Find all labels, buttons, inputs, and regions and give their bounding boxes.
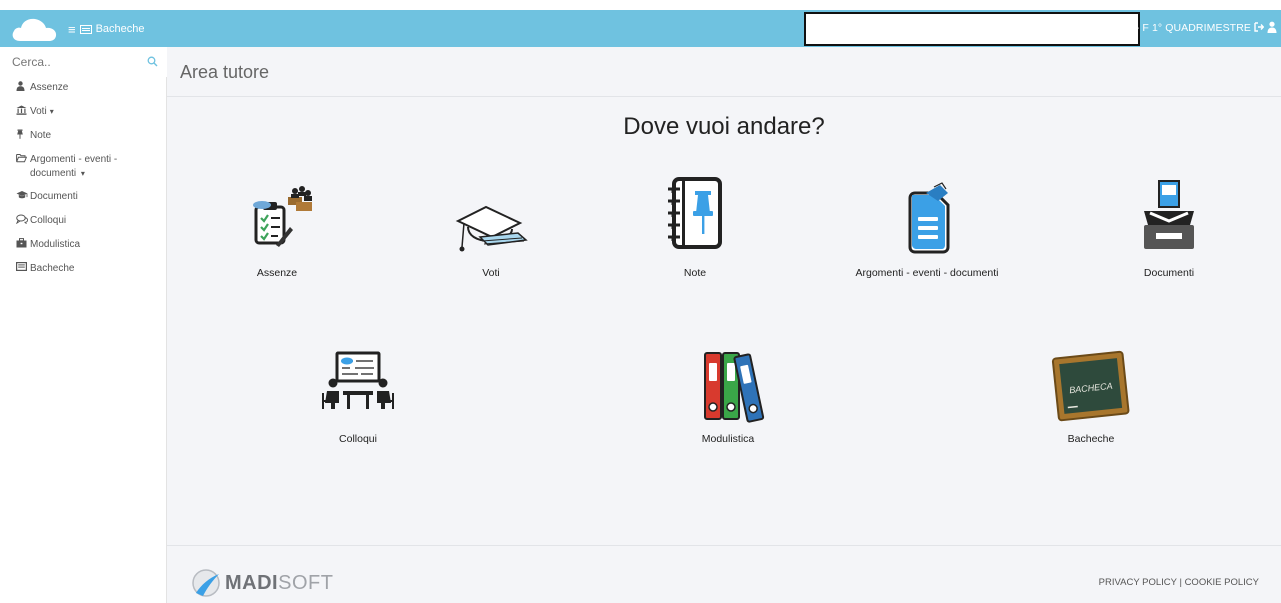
tile-label: Documenti xyxy=(1143,267,1195,279)
sidebar-item-label: Modulistica xyxy=(30,239,81,250)
policy-links: PRIVACY POLICY | COOKIE POLICY xyxy=(1099,577,1259,588)
sidebar-item-colloqui[interactable]: Colloqui xyxy=(0,214,166,229)
menu-toggle[interactable]: ≡ Bacheche xyxy=(68,19,145,39)
sidebar-item-assenze[interactable]: Assenze xyxy=(0,81,166,96)
user-icon xyxy=(16,81,28,96)
sidebar-item-modulistica[interactable]: Modulistica xyxy=(0,238,166,253)
tile-label: Assenze xyxy=(256,267,298,279)
main-header: Area tutore xyxy=(167,47,1281,97)
madisoft-wordmark: MADISOFT xyxy=(225,571,334,594)
sidebar-item-documenti[interactable]: Documenti xyxy=(0,190,166,205)
meeting-icon xyxy=(322,351,394,409)
redacted-box xyxy=(804,12,1140,46)
comments-icon xyxy=(15,214,28,229)
graduation-cap-icon xyxy=(16,190,28,205)
caret-down-icon: ▾ xyxy=(80,169,85,178)
top-bar: ≡ Bacheche - F 1° QUADRIMESTRE xyxy=(0,10,1281,47)
tile-label: Modulistica xyxy=(701,433,755,445)
sidebar-item-bacheche[interactable]: Bacheche xyxy=(0,262,166,276)
tile-label: Bacheche xyxy=(1067,433,1115,445)
tile-voti[interactable]: Voti xyxy=(391,185,591,279)
sidebar-item-argomenti[interactable]: Argomenti - eventi - documenti ▾ xyxy=(0,153,166,181)
search-icon[interactable] xyxy=(147,56,158,67)
graduation-cap-icon xyxy=(455,205,528,252)
blackboard-icon: BACHECA xyxy=(1051,350,1130,422)
board-icon xyxy=(16,262,28,276)
sidebar-item-label: Argomenti - eventi - documenti ▾ xyxy=(30,154,118,179)
tile-argomenti[interactable]: Argomenti - eventi - documenti xyxy=(827,179,1027,279)
main-area: Area tutore Dove vuoi andare? Assenze Vo… xyxy=(167,47,1281,603)
page-title: Area tutore xyxy=(180,62,270,82)
menu-label: Bacheche xyxy=(95,23,145,35)
sidebar-item-label: Assenze xyxy=(30,82,69,93)
sidebar-item-label: Documenti xyxy=(30,191,78,202)
tile-modulistica[interactable]: Modulistica xyxy=(628,349,828,445)
sidebar-item-label: Colloqui xyxy=(30,215,67,226)
briefcase-icon xyxy=(16,238,28,253)
pin-icon xyxy=(16,129,28,144)
tile-label: Note xyxy=(683,267,707,279)
madisoft-swoosh-icon xyxy=(192,569,220,597)
sidebar-nav: Assenze Voti ▾ Note Argomenti - eventi -… xyxy=(0,77,166,276)
tile-label: Colloqui xyxy=(339,433,377,445)
main-question: Dove vuoi andare? xyxy=(623,113,825,140)
attendance-icon xyxy=(253,186,312,247)
sidebar-item-note[interactable]: Note xyxy=(0,129,166,144)
tile-assenze[interactable]: Assenze xyxy=(177,185,377,279)
sidebar-item-label: Bacheche xyxy=(30,263,75,274)
sidebar: Assenze Voti ▾ Note Argoment xyxy=(0,47,167,603)
tile-colloqui[interactable]: Colloqui xyxy=(258,351,458,445)
tile-documenti[interactable]: Documenti xyxy=(1069,177,1269,279)
caret-down-icon: ▾ xyxy=(49,107,54,116)
sidebar-item-label: Note xyxy=(30,130,52,141)
hamburger-icon: ≡ xyxy=(68,21,76,37)
period-label[interactable]: - F 1° QUADRIMESTRE xyxy=(1136,22,1251,34)
bank-icon xyxy=(16,105,28,120)
sidebar-item-voti[interactable]: Voti ▾ xyxy=(0,105,166,120)
madisoft-logo: MADISOFT xyxy=(189,568,333,598)
policy-separator: | xyxy=(1179,577,1182,588)
privacy-policy-link[interactable]: PRIVACY POLICY xyxy=(1099,577,1177,588)
sidebar-item-label: Voti xyxy=(30,106,47,117)
search-box xyxy=(0,47,167,77)
footer: MADISOFT PRIVACY POLICY | COOKIE POLICY xyxy=(167,545,1281,603)
cookie-policy-link[interactable]: COOKIE POLICY xyxy=(1185,577,1259,588)
tile-label: Argomenti - eventi - documenti xyxy=(855,267,999,279)
folder-open-icon xyxy=(16,153,28,168)
tile-label: Voti xyxy=(482,267,500,279)
tile-note[interactable]: Note xyxy=(595,177,795,279)
logout-icon[interactable] xyxy=(1254,21,1264,33)
document-icon xyxy=(908,182,950,254)
search-input[interactable] xyxy=(0,47,167,77)
binders-icon xyxy=(704,352,765,423)
tile-bacheche[interactable]: BACHECA Bacheche xyxy=(991,347,1191,445)
notebook-pin-icon xyxy=(668,177,722,249)
board-icon xyxy=(79,24,92,34)
page: ≡ Bacheche - F 1° QUADRIMESTRE Cerca.. A… xyxy=(0,0,1281,603)
cloud-logo-icon[interactable] xyxy=(10,16,58,42)
inbox-tray-icon xyxy=(1144,180,1194,249)
user-icon[interactable] xyxy=(1267,21,1277,33)
